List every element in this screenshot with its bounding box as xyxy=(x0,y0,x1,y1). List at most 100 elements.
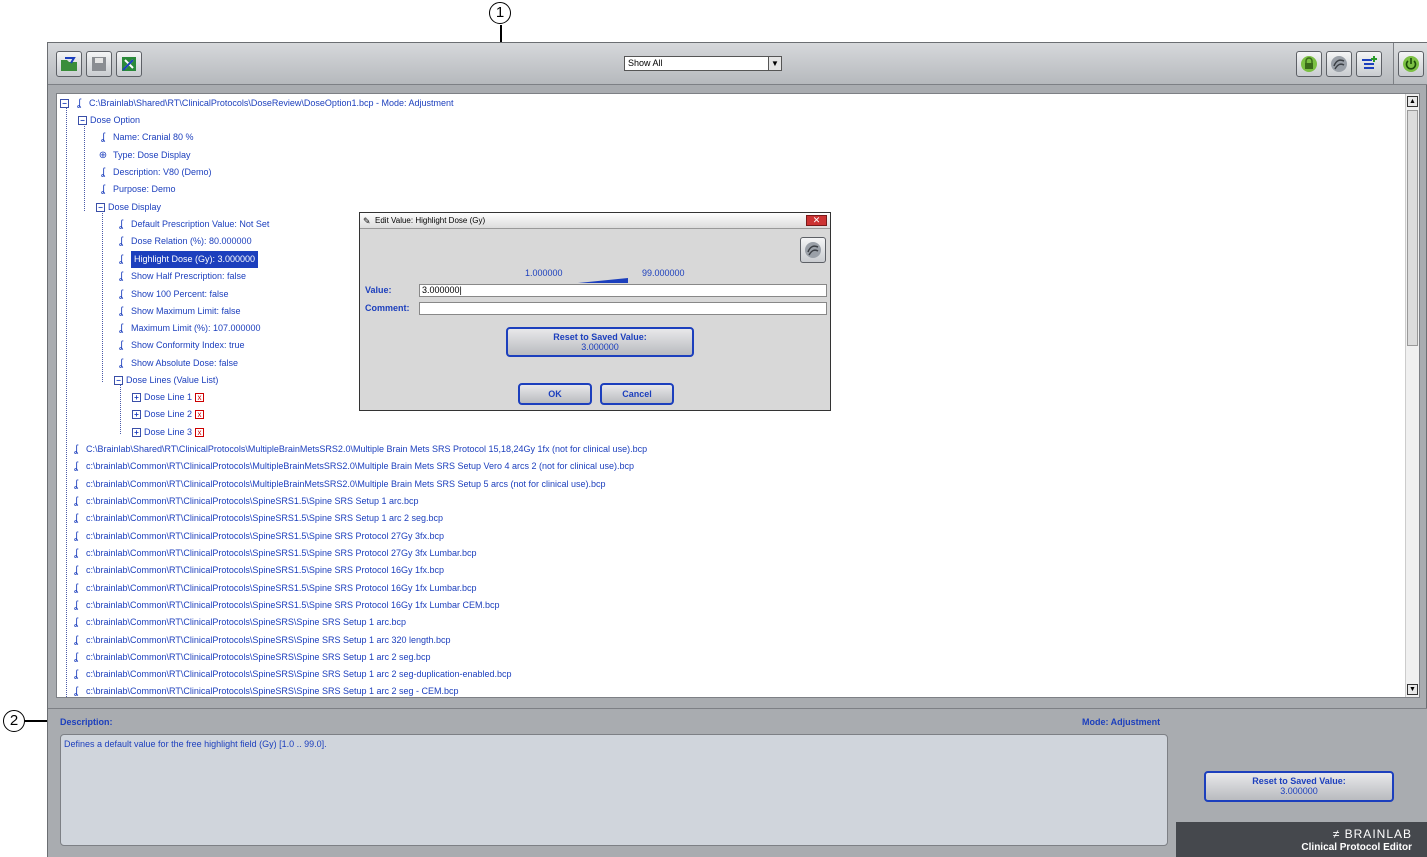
tree-leaf-label: Show Half Prescription: false xyxy=(131,271,247,281)
delete-icon[interactable]: x xyxy=(195,410,205,419)
value-input[interactable]: 3.000000| xyxy=(419,284,827,297)
tree-file-row[interactable]: ʆ c:\brainlab\Common\RT\ClinicalProtocols… xyxy=(69,683,458,697)
text-cursor: | xyxy=(459,285,462,295)
tree-root-node[interactable]: − ʆ C:\Brainlab\Shared\RT\ClinicalProtoco… xyxy=(60,95,454,112)
delete-icon[interactable]: x xyxy=(195,428,205,437)
exit-button[interactable] xyxy=(1398,51,1424,77)
parameter-icon: ʆ xyxy=(74,548,78,559)
tree-file-row[interactable]: ʆ c:\brainlab\Common\RT\ClinicalProtocols… xyxy=(69,666,511,683)
tree-node-label: Dose Display xyxy=(108,202,162,212)
screenshot-root: 1 2 Show All ▼ − ʆ C:\Brainlab\Shared\RT… xyxy=(0,0,1427,857)
description-text-area: Defines a default value for the free hig… xyxy=(60,734,1168,846)
save-button[interactable] xyxy=(86,51,112,77)
tree-leaf-purpose[interactable]: ʆ Purpose: Demo xyxy=(96,181,175,198)
add-list-icon xyxy=(1362,56,1377,69)
tree-file-row[interactable]: ʆ c:\brainlab\Common\RT\ClinicalProtocols… xyxy=(69,597,499,614)
tree-node-dose-option[interactable]: − Dose Option xyxy=(78,112,140,129)
value-label: Value: xyxy=(365,285,392,295)
scroll-down-icon[interactable]: ▼ xyxy=(1407,684,1418,695)
tree-leaf-type[interactable]: ⊕ Type: Dose Display xyxy=(96,147,191,164)
pencil-icon: ✎ xyxy=(363,216,371,226)
tree-file-row[interactable]: ʆ c:\brainlab\Common\RT\ClinicalProtocols… xyxy=(69,476,605,493)
open-button[interactable] xyxy=(56,51,82,77)
brainlab-button[interactable] xyxy=(1326,51,1352,77)
ok-button[interactable]: OK xyxy=(518,383,592,405)
tree-node-dose-line-1[interactable]: + Dose Line 1x xyxy=(132,389,205,406)
save-icon xyxy=(92,57,106,71)
tree-file-row[interactable]: ʆ c:\brainlab\Common\RT\ClinicalProtocols… xyxy=(69,493,419,510)
parameter-icon: ʆ xyxy=(101,184,105,195)
parameter-icon: ʆ xyxy=(74,669,78,680)
tree-file-row[interactable]: ʆ c:\brainlab\Common\RT\ClinicalProtocols… xyxy=(69,614,406,631)
expand-icon[interactable]: + xyxy=(132,428,141,437)
parameter-icon: ʆ xyxy=(101,132,105,143)
tree-leaf-label: Show Maximum Limit: false xyxy=(131,306,241,316)
collapse-icon[interactable]: − xyxy=(60,99,69,108)
tree-file-label: c:\brainlab\Common\RT\ClinicalProtocols\… xyxy=(86,496,419,506)
tree-leaf-max-limit[interactable]: ʆ Maximum Limit (%): 107.000000 xyxy=(114,320,260,337)
toolbar: Show All ▼ xyxy=(48,43,1427,85)
tree-root-label: C:\Brainlab\Shared\RT\ClinicalProtocols\… xyxy=(89,98,454,108)
tree-file-label: c:\brainlab\Common\RT\ClinicalProtocols\… xyxy=(86,461,635,471)
tree-leaf-highlight-dose[interactable]: ʆ Highlight Dose (Gy): 3.000000 xyxy=(114,251,259,268)
value-input-text: 3.000000 xyxy=(422,285,460,295)
tree-leaf-show-half[interactable]: ʆ Show Half Prescription: false xyxy=(114,268,246,285)
tree-leaf-label-selected: Highlight Dose (Gy): 3.000000 xyxy=(131,251,259,268)
parameter-icon: ʆ xyxy=(119,271,123,282)
tree-leaf-show-absolute[interactable]: ʆ Show Absolute Dose: false xyxy=(114,355,238,372)
expand-icon[interactable]: + xyxy=(132,410,141,419)
tree-leaf-show-conformity[interactable]: ʆ Show Conformity Index: true xyxy=(114,337,245,354)
cancel-button[interactable]: Cancel xyxy=(600,383,674,405)
brainlab-button[interactable] xyxy=(800,237,826,263)
dialog-reset-to-saved-value-button[interactable]: Reset to Saved Value: 3.000000 xyxy=(506,327,694,357)
tree-file-row[interactable]: ʆ c:\brainlab\Common\RT\ClinicalProtocols… xyxy=(69,458,634,475)
parameter-icon: ʆ xyxy=(119,236,123,247)
tree-file-row[interactable]: ʆ c:\brainlab\Common\RT\ClinicalProtocols… xyxy=(69,510,443,527)
tree-node-dose-line-3[interactable]: + Dose Line 3x xyxy=(132,424,205,441)
tree-leaf-description[interactable]: ʆ Description: V80 (Demo) xyxy=(96,164,211,181)
comment-input[interactable] xyxy=(419,302,827,315)
mode-label: Mode: Adjustment xyxy=(1082,717,1161,727)
reset-to-saved-value-button[interactable]: Reset to Saved Value: 3.000000 xyxy=(1204,771,1394,802)
lock-small-icon: ⊕ xyxy=(98,150,108,161)
product-name: Clinical Protocol Editor xyxy=(1301,842,1412,853)
tree-file-row[interactable]: ʆ c:\brainlab\Common\RT\ClinicalProtocols… xyxy=(69,545,476,562)
tree-file-row[interactable]: ʆ c:\brainlab\Common\RT\ClinicalProtocols… xyxy=(69,562,444,579)
tree-file-row[interactable]: ʆ C:\Brainlab\Shared\RT\ClinicalProtocols… xyxy=(69,441,647,458)
tree-leaf-show-max[interactable]: ʆ Show Maximum Limit: false xyxy=(114,303,241,320)
tree-file-row[interactable]: ʆ c:\brainlab\Common\RT\ClinicalProtocols… xyxy=(69,649,430,666)
tree-node-dose-lines[interactable]: − Dose Lines (Value List) xyxy=(114,372,218,389)
export-button[interactable] xyxy=(116,51,142,77)
collapse-icon[interactable]: − xyxy=(96,203,105,212)
collapse-icon[interactable]: − xyxy=(114,376,123,385)
dialog-title-bar[interactable]: ✎ Edit Value: Highlight Dose (Gy) ✕ xyxy=(360,213,830,229)
tree-file-row[interactable]: ʆ c:\brainlab\Common\RT\ClinicalProtocols… xyxy=(69,528,444,545)
tree-leaf-dose-relation[interactable]: ʆ Dose Relation (%): 80.000000 xyxy=(114,233,251,250)
tree-file-row[interactable]: ʆ c:\brainlab\Common\RT\ClinicalProtocols… xyxy=(69,580,476,597)
tree-file-row[interactable]: ʆ c:\brainlab\Common\RT\ClinicalProtocols… xyxy=(69,632,450,649)
tree-scrollbar[interactable]: ▲ ▼ xyxy=(1405,94,1419,697)
lock-button[interactable] xyxy=(1296,51,1322,77)
delete-icon[interactable]: x xyxy=(195,393,205,402)
tree-node-dose-line-2[interactable]: + Dose Line 2x xyxy=(132,406,205,423)
description-label: Description: xyxy=(60,717,113,727)
collapse-icon[interactable]: − xyxy=(78,116,87,125)
tree-node-label: Dose Option xyxy=(90,115,141,125)
add-list-button[interactable] xyxy=(1356,51,1382,77)
tree-leaf-default-prescription[interactable]: ʆ Default Prescription Value: Not Set xyxy=(114,216,269,233)
parameter-icon: ʆ xyxy=(74,617,78,628)
expand-icon[interactable]: + xyxy=(132,393,141,402)
dialog-close-button[interactable]: ✕ xyxy=(806,215,827,226)
excel-icon xyxy=(122,57,136,71)
scroll-up-icon[interactable]: ▲ xyxy=(1407,96,1418,107)
tree-node-dose-display[interactable]: − Dose Display xyxy=(96,199,161,216)
scroll-thumb[interactable] xyxy=(1407,110,1418,346)
tree-leaf-label: Show Conformity Index: true xyxy=(131,340,245,350)
range-slider[interactable] xyxy=(578,270,628,283)
filter-select[interactable]: Show All ▼ xyxy=(624,56,782,71)
clinical-protocol-editor-window: Show All ▼ − ʆ C:\Brainlab\Shared\RT\Cli… xyxy=(47,42,1427,857)
parameter-icon: ʆ xyxy=(74,565,78,576)
tree-leaf-show-100[interactable]: ʆ Show 100 Percent: false xyxy=(114,286,228,303)
tree-leaf-name[interactable]: ʆ Name: Cranial 80 % xyxy=(96,129,193,146)
parameter-icon: ʆ xyxy=(74,444,78,455)
